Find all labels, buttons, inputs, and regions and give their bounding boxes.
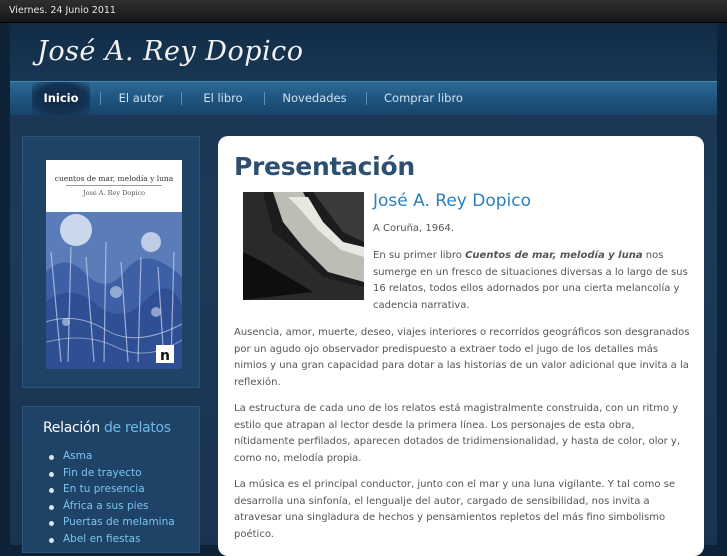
author-photo	[243, 192, 364, 300]
nav-separator	[100, 92, 101, 105]
book-cover-author: José A. Rey Dopico	[83, 189, 145, 197]
relato-link-abel-en-fiestas[interactable]: Abel en fiestas	[43, 533, 175, 550]
author-photo-image	[243, 192, 364, 300]
publisher-logo: n	[160, 348, 170, 364]
relato-link-asma[interactable]: Asma	[43, 450, 175, 467]
intro-paragraph: En su primer libro Cuentos de mar, melod…	[373, 248, 688, 314]
page-title: Presentación	[234, 152, 415, 181]
author-name: José A. Rey Dopico	[373, 191, 531, 211]
current-date: Viernes. 24 Junio 2011	[9, 5, 116, 16]
paragraph-1: Ausencia, amor, muerte, deseo, viajes in…	[234, 327, 690, 388]
nav-item-el-autor[interactable]: El autor	[114, 82, 168, 115]
nav-item-inicio[interactable]: Inicio	[32, 82, 90, 115]
cover-illustration: n	[46, 212, 182, 369]
intro-text-before: En su primer libro	[373, 250, 466, 261]
relatos-heading: Relación de relatos	[43, 420, 171, 436]
relato-link-africa-a-sus-pies[interactable]: África a sus pies	[43, 500, 175, 517]
site-header: José A. Rey Dopico	[10, 23, 717, 80]
relatos-heading-blue: de relatos	[99, 420, 171, 436]
relatos-box: Relación de relatos Asma Fin de trayecto…	[22, 406, 200, 553]
nav-separator	[264, 92, 265, 105]
main-nav: Inicio El autor El libro Novedades Compr…	[10, 81, 717, 115]
top-bar: Viernes. 24 Junio 2011	[0, 0, 727, 23]
content-panel: Presentación José A. Rey Dopico A Coruña…	[218, 136, 704, 556]
relatos-list: Asma Fin de trayecto En tu presencia Áfr…	[43, 450, 175, 549]
relato-link-fin-de-trayecto[interactable]: Fin de trayecto	[43, 467, 175, 484]
nav-item-comprar-libro[interactable]: Comprar libro	[380, 82, 467, 115]
nav-item-novedades[interactable]: Novedades	[276, 82, 353, 115]
relatos-heading-white: Relación	[43, 420, 100, 436]
nav-separator	[366, 92, 367, 105]
relato-link-puertas-de-melamina[interactable]: Puertas de melamina	[43, 516, 175, 533]
book-title-inline: Cuentos de mar, melodía y luna	[465, 250, 643, 261]
page-container: José A. Rey Dopico Inicio El autor El li…	[10, 23, 717, 556]
nav-separator	[181, 92, 182, 105]
site-title[interactable]: José A. Rey Dopico	[37, 36, 304, 67]
sidebar-book-panel: cuentos de mar, melodía y luna José A. R…	[22, 136, 200, 388]
nav-item-el-libro[interactable]: El libro	[196, 82, 250, 115]
author-origin: A Coruña, 1964.	[373, 223, 455, 234]
book-cover[interactable]: cuentos de mar, melodía y luna José A. R…	[46, 160, 182, 369]
cover-divider	[66, 185, 162, 186]
relato-link-en-tu-presencia[interactable]: En tu presencia	[43, 483, 175, 500]
paragraph-2: La estructura de cada uno de los relatos…	[234, 403, 681, 464]
paragraph-3: La música es el principal conductor, jun…	[234, 479, 676, 540]
book-cover-title: cuentos de mar, melodía y luna	[54, 174, 174, 183]
